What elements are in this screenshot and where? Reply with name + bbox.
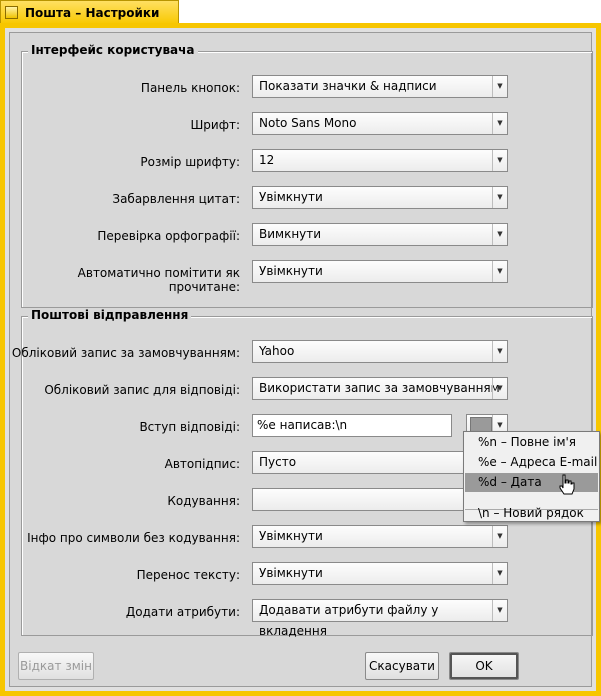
reply-preamble-value: %e написав:\n [257, 418, 348, 432]
word-wrap-label: Перенос тексту: [136, 568, 240, 582]
dropdown-arrow-icon: ▼ [492, 224, 507, 245]
unencodable-info-select[interactable]: Увімкнути ▼ [252, 525, 508, 548]
font-select[interactable]: Noto Sans Mono ▼ [252, 112, 508, 135]
dropdown-arrow-icon: ▼ [492, 76, 507, 97]
quote-color-label: Забарвлення цитат: [112, 192, 240, 206]
menu-item-email[interactable]: %e – Адреса E-mail [465, 453, 598, 472]
font-value: Noto Sans Mono [259, 116, 357, 130]
auto-read-select[interactable]: Увімкнути ▼ [252, 260, 508, 283]
default-account-label: Обліковий запис за замовчуванням: [11, 346, 240, 360]
spellcheck-select[interactable]: Вимкнути ▼ [252, 223, 508, 246]
window-tab[interactable]: Пошта – Настройки [0, 0, 179, 24]
dropdown-arrow-icon: ▼ [492, 261, 507, 282]
toolbar-select[interactable]: Показати значки & надписи ▼ [252, 75, 508, 98]
spellcheck-label: Перевірка орфографії: [97, 229, 240, 243]
reply-preamble-label: Вступ відповіді: [139, 420, 240, 434]
spellcheck-value: Вимкнути [259, 227, 322, 241]
autosignature-value: Пусто [259, 455, 297, 469]
default-account-value: Yahoo [259, 344, 295, 358]
word-wrap-select[interactable]: Увімкнути ▼ [252, 562, 508, 585]
default-account-select[interactable]: Yahoo ▼ [252, 340, 508, 363]
preamble-popup-menu: %n – Повне ім'я %e – Адреса E-mail %d – … [463, 431, 600, 522]
toolbar-value: Показати значки & надписи [259, 79, 437, 93]
menu-item-newline[interactable]: \n – Новий рядок [465, 504, 598, 523]
font-size-select[interactable]: 12 ▼ [252, 149, 508, 172]
send-group-label: Поштові відправлення [28, 308, 192, 322]
menu-item-date[interactable]: %d – Дата [465, 473, 598, 492]
reply-preamble-input[interactable]: %e написав:\n [252, 414, 452, 437]
dropdown-arrow-icon: ▼ [492, 187, 507, 208]
dropdown-arrow-icon: ▼ [492, 341, 507, 362]
unencodable-info-label: Інфо про символи без кодування: [27, 531, 240, 545]
window-title: Пошта – Настройки [25, 6, 160, 20]
autosignature-label: Автопідпис: [164, 457, 240, 471]
reply-account-select[interactable]: Використати запис за замовчуванням ▼ [252, 377, 508, 400]
auto-read-label: Автоматично помітити як прочитане: [77, 266, 240, 294]
reply-account-label: Обліковий запис для відповіді: [44, 383, 240, 397]
quote-color-value: Увімкнути [259, 190, 323, 204]
font-size-label: Розмір шрифту: [140, 155, 240, 169]
revert-button[interactable]: Відкат змін [18, 652, 94, 680]
attributes-select[interactable]: Додавати атрибути файлу у вкладення ▼ [252, 599, 508, 638]
preferences-window: Інтерфейс користувача Панель кнопок: Пок… [0, 23, 601, 696]
encoding-label: Кодування: [167, 494, 240, 508]
ok-button[interactable]: OK [449, 652, 519, 680]
font-label: Шрифт: [190, 118, 240, 132]
dropdown-arrow-icon: ▼ [492, 378, 507, 399]
dropdown-arrow-icon: ▼ [492, 150, 507, 171]
ui-group-label: Інтерфейс користувача [28, 43, 198, 57]
close-box-icon[interactable] [5, 6, 18, 19]
menu-item-fullname[interactable]: %n – Повне ім'я [465, 433, 598, 452]
dropdown-arrow-icon: ▼ [492, 113, 507, 134]
hand-cursor-icon [559, 474, 575, 495]
unencodable-info-value: Увімкнути [259, 529, 323, 543]
window-content: Інтерфейс користувача Панель кнопок: Пок… [9, 32, 593, 687]
toolbar-label: Панель кнопок: [140, 81, 240, 95]
font-size-value: 12 [259, 153, 275, 167]
dropdown-arrow-icon: ▼ [492, 526, 507, 547]
dropdown-arrow-icon: ▼ [492, 600, 507, 621]
reply-account-value: Використати запис за замовчуванням [259, 381, 500, 395]
dropdown-arrow-icon: ▼ [492, 563, 507, 584]
attributes-label: Додати атрибути: [125, 605, 240, 619]
word-wrap-value: Увімкнути [259, 566, 323, 580]
quote-color-select[interactable]: Увімкнути ▼ [252, 186, 508, 209]
cancel-button[interactable]: Скасувати [365, 652, 439, 680]
auto-read-value: Увімкнути [259, 264, 323, 278]
